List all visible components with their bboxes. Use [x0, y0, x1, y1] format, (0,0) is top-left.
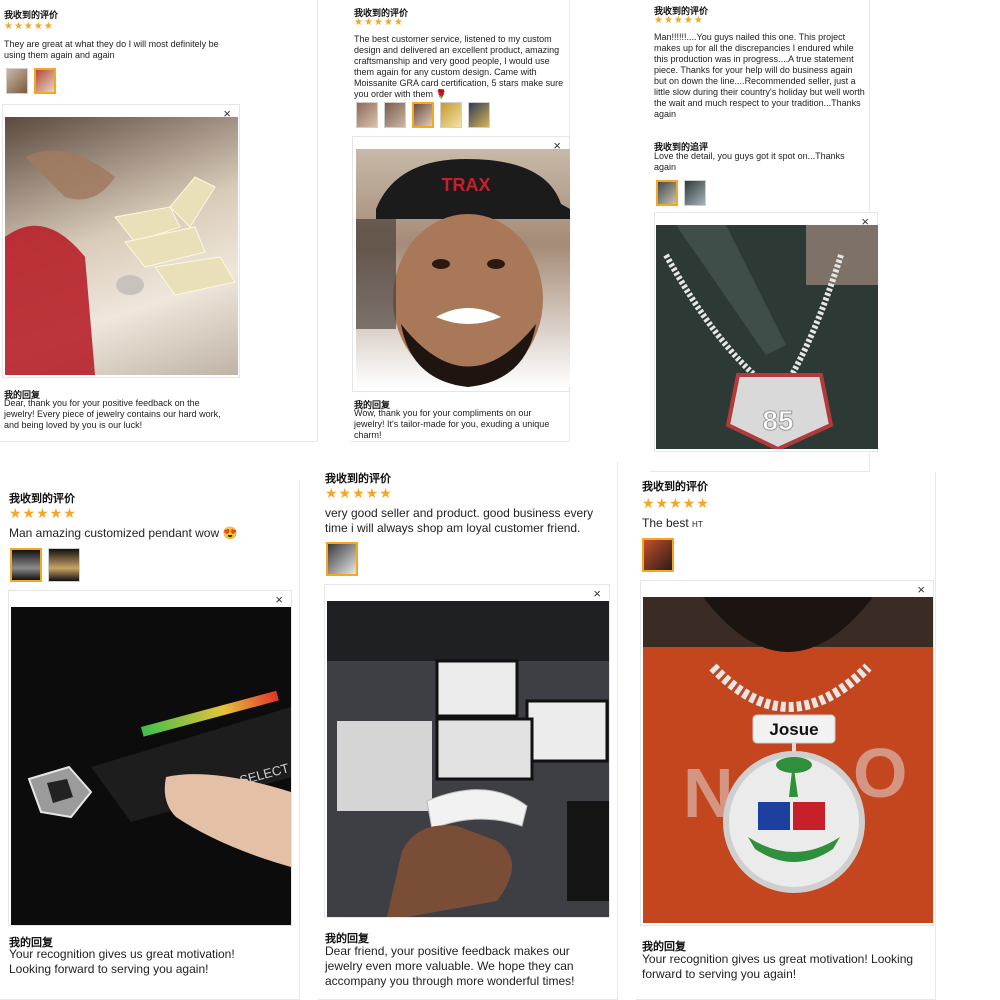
seller-reply-text: Dear friend, your positive feedback make…	[325, 944, 575, 988]
photo-viewer: × 85	[654, 212, 878, 452]
review-thumbnail[interactable]	[48, 548, 80, 582]
seller-reply-text: Wow, thank you for your compliments on o…	[354, 408, 550, 440]
diamond-tester-illustration: SELECT	[27, 690, 291, 867]
review-heading: 我收到的评价	[325, 473, 391, 485]
seller-reply-text: Dear, thank you for your positive feedba…	[4, 398, 221, 430]
review-text: Man!!!!!!....You guys nailed this one. T…	[654, 32, 865, 119]
review-thumbnail[interactable]	[468, 102, 490, 128]
review-thumbnail[interactable]	[384, 102, 406, 128]
photo-viewer: × TRAX	[352, 136, 570, 392]
review-card-1: 我收到的评价 ★★★★★ They are great at what they…	[0, 0, 318, 442]
review-thumbnail[interactable]	[6, 68, 28, 94]
review-card-3: 我收到的评价 ★★★★★ Man!!!!!!....You guys naile…	[650, 0, 878, 472]
review-photo-customer-grillz: TRAX	[356, 149, 570, 387]
pendant-number-text: 85	[762, 405, 793, 436]
followup-text: Love the detail, you guys got it spot on…	[654, 151, 845, 172]
photo-viewer: ×	[324, 584, 610, 918]
chain-pendant-illustration: 85	[663, 225, 878, 449]
seller-reply-text: Your recognition gives us great motivati…	[642, 952, 914, 981]
review-thumbnail-selected[interactable]	[10, 548, 42, 582]
review-thumbnail-selected[interactable]	[412, 102, 434, 128]
review-thumbnail-selected[interactable]	[642, 538, 674, 572]
star-rating: ★★★★★	[354, 17, 404, 28]
review-photo-josue-pendant: N O Josue	[643, 597, 933, 923]
review-card-6: 我收到的评价 ★★★★★ The best HT × N O Josue 我的回…	[636, 472, 936, 1000]
review-photo-diamond-tester: SELECT	[11, 607, 291, 925]
review-heading: 我收到的评价	[9, 493, 75, 505]
customer-face-illustration: TRAX	[356, 159, 570, 387]
cap-logo-text: TRAX	[442, 175, 491, 195]
josue-pendant-illustration: N O Josue	[643, 597, 933, 893]
review-text-suffix: HT	[692, 520, 703, 529]
review-text: The best HT	[642, 516, 927, 532]
photo-viewer: × SELECT	[8, 590, 292, 926]
review-photo-pendant	[5, 117, 238, 375]
review-thumbnail[interactable]	[356, 102, 378, 128]
review-photo-chain-pendant: 85	[656, 225, 878, 449]
review-heading: 我收到的评价	[4, 10, 59, 20]
review-text: Man amazing customized pendant wow 😍	[9, 526, 238, 540]
close-icon[interactable]: ×	[917, 583, 925, 596]
review-photo-grillz-set	[327, 601, 609, 917]
photo-viewer: ×	[2, 104, 240, 378]
star-rating: ★★★★★	[642, 495, 710, 511]
star-rating: ★★★★★	[654, 15, 704, 26]
review-text: They are great at what they do I will mo…	[4, 39, 219, 60]
name-plate-text: Josue	[769, 720, 818, 739]
review-text: very good seller and product. good busin…	[325, 506, 594, 535]
review-thumbnail[interactable]	[440, 102, 462, 128]
review-card-2: 我收到的评价 ★★★★★ The best customer service, …	[350, 0, 570, 442]
review-thumbnail-selected[interactable]	[656, 180, 678, 206]
review-text-main: The best	[642, 516, 689, 530]
close-icon[interactable]: ×	[593, 587, 601, 600]
review-thumbnail-selected[interactable]	[34, 68, 56, 94]
star-rating: ★★★★★	[325, 485, 393, 501]
review-text: The best customer service, listened to m…	[354, 34, 564, 99]
seller-reply-text: Your recognition gives us great motivati…	[9, 947, 235, 976]
grillz-set-illustration	[327, 601, 609, 917]
close-icon[interactable]: ×	[275, 593, 283, 606]
review-thumbnail[interactable]	[684, 180, 706, 206]
review-card-5: 我收到的评价 ★★★★★ very good seller and produc…	[318, 462, 618, 1000]
review-heading: 我收到的评价	[642, 481, 708, 493]
review-card-4: 我收到的评价 ★★★★★ Man amazing customized pend…	[0, 480, 300, 1000]
review-thumbnail-selected[interactable]	[326, 542, 358, 576]
photo-viewer: × N O Josue	[640, 580, 934, 926]
pendant-illustration	[5, 150, 236, 375]
star-rating: ★★★★★	[4, 21, 54, 32]
star-rating: ★★★★★	[9, 505, 77, 521]
